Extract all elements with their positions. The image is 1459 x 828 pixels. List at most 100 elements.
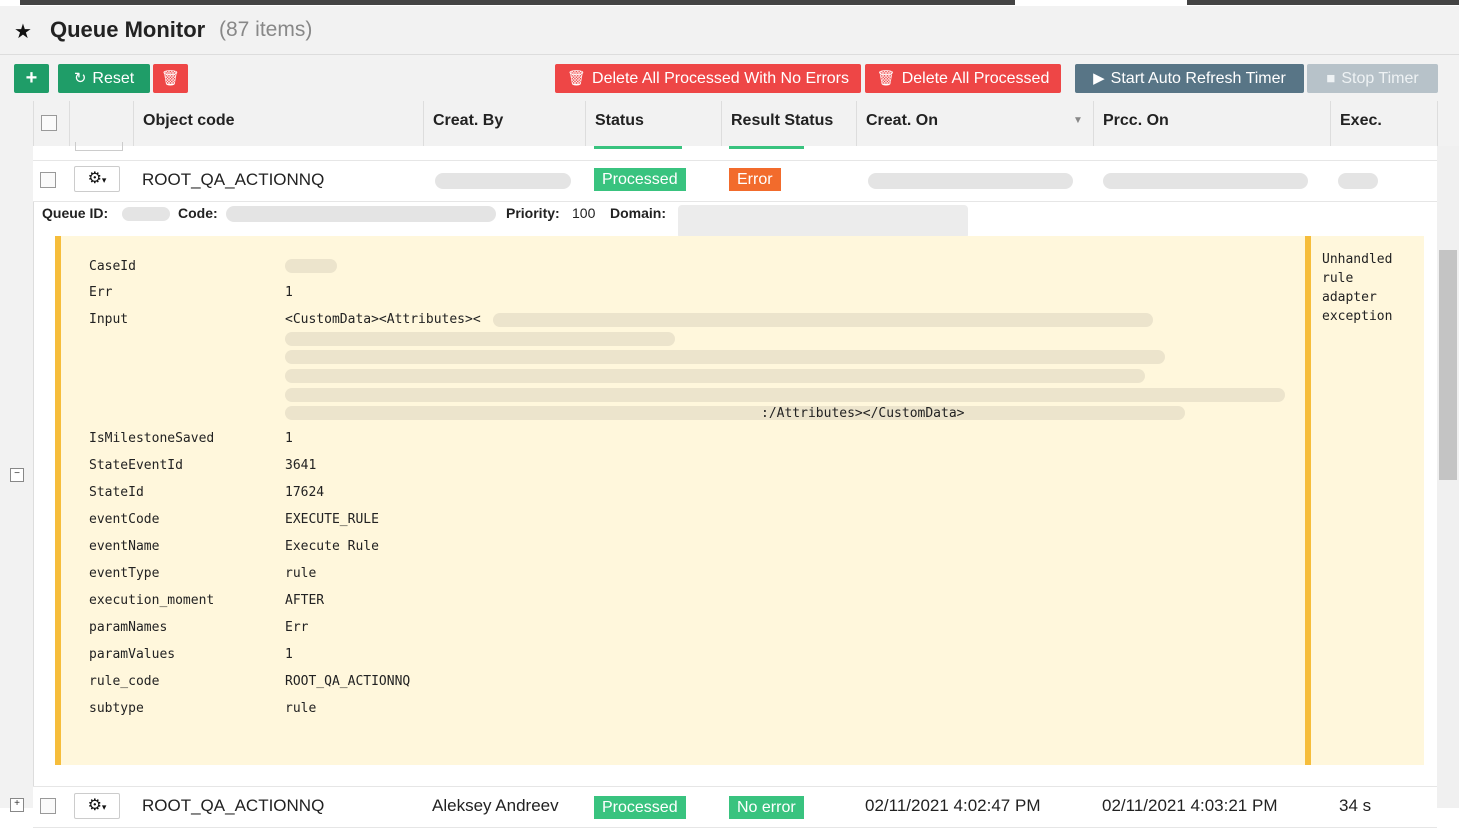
chevron-down-icon: ▾ xyxy=(101,175,107,185)
queue-meta: Queue ID: Code: Priority: 100 Domain: xyxy=(42,205,968,239)
stop-timer-button[interactable]: ■ Stop Timer xyxy=(1307,64,1438,93)
object-code: ROOT_QA_ACTIONNQ xyxy=(142,796,325,815)
column-created-on[interactable]: Creat. On ▼ xyxy=(856,101,1093,146)
sort-down-icon[interactable]: ▼ xyxy=(1073,101,1083,141)
column-object-code[interactable]: Object code xyxy=(133,101,423,146)
queue-id-label: Queue ID: xyxy=(42,205,109,221)
input-suffix: :/Attributes></CustomData> xyxy=(761,406,965,421)
field-value: rule xyxy=(285,701,317,716)
redacted-exec xyxy=(1338,173,1378,189)
redacted-case-id xyxy=(285,259,337,273)
field-key: Err xyxy=(89,285,113,300)
field-value: 17624 xyxy=(285,485,325,500)
redacted-input xyxy=(285,332,675,346)
field-key: rule_code xyxy=(89,674,160,689)
field-value: Err xyxy=(285,620,309,635)
start-timer-label: Start Auto Refresh Timer xyxy=(1110,70,1286,87)
field-key: eventName xyxy=(89,539,160,554)
column-created-by[interactable]: Creat. By xyxy=(423,101,585,146)
redacted-input xyxy=(285,369,1145,383)
table-row[interactable]: ⚙▾ ROOT_QA_ACTIONNQ Processed Error xyxy=(33,161,1437,202)
object-code: ROOT_QA_ACTIONNQ xyxy=(142,170,325,189)
header-scroll-spacer xyxy=(1437,101,1459,146)
delete-button[interactable]: 🗑 xyxy=(153,64,188,93)
column-status[interactable]: Status xyxy=(585,101,721,146)
redacted-input xyxy=(493,313,1153,327)
row-checkbox[interactable] xyxy=(40,798,56,814)
field-value: Execute Rule xyxy=(285,539,379,554)
reset-label: Reset xyxy=(92,70,135,87)
redacted-processed-on xyxy=(1103,173,1308,189)
star-icon[interactable]: ★ xyxy=(14,19,32,44)
result-status-badge: Error xyxy=(729,168,781,191)
add-button[interactable]: + xyxy=(14,64,49,93)
created-on: 02/11/2021 4:02:47 PM xyxy=(865,796,1041,815)
status-badge-partial xyxy=(594,146,682,149)
domain-label: Domain: xyxy=(610,205,666,221)
stop-icon: ■ xyxy=(1326,70,1336,87)
field-value: 3641 xyxy=(285,458,317,473)
table-header: Object code Creat. By Status Result Stat… xyxy=(0,101,1459,147)
field-key: Input xyxy=(89,312,129,327)
redacted-code xyxy=(226,206,496,222)
delete-all-label: Delete All Processed xyxy=(901,70,1050,87)
field-value: ROOT_QA_ACTIONNQ xyxy=(285,674,411,689)
reset-button[interactable]: ↻ Reset xyxy=(58,64,150,93)
delete-no-errors-label: Delete All Processed With No Errors xyxy=(592,70,850,87)
play-icon: ▶ xyxy=(1093,70,1105,87)
table-row[interactable]: ⚙▾ ROOT_QA_ACTIONNQ Aleksey Andreev Proc… xyxy=(33,786,1437,828)
chevron-down-icon: ▾ xyxy=(101,802,107,812)
exec-time: 34 s xyxy=(1339,796,1372,815)
redacted-queue-id xyxy=(122,207,170,221)
column-created-on-label: Creat. On xyxy=(866,112,939,129)
field-key: subtype xyxy=(89,701,144,716)
gear-button-partial[interactable] xyxy=(75,142,123,151)
detail-divider xyxy=(1305,236,1311,765)
delete-processed-no-errors-button[interactable]: 🗑 Delete All Processed With No Errors xyxy=(555,64,861,93)
processed-on: 02/11/2021 4:03:21 PM xyxy=(1102,796,1278,815)
field-value: AFTER xyxy=(285,593,325,608)
redacted-created-by xyxy=(435,173,571,189)
code-label: Code: xyxy=(178,205,218,221)
field-key: StateId xyxy=(89,485,144,500)
field-key: execution_moment xyxy=(89,593,215,608)
field-key: paramValues xyxy=(89,647,176,662)
created-by: Aleksey Andreev xyxy=(432,796,559,815)
field-value: 1 xyxy=(285,647,293,662)
status-badge: Processed xyxy=(594,168,686,191)
gear-icon: ⚙ xyxy=(87,797,102,814)
column-exec[interactable]: Exec. xyxy=(1330,101,1437,146)
expand-icon[interactable]: + xyxy=(10,798,24,812)
plus-icon: + xyxy=(25,67,38,89)
refresh-icon: ↻ xyxy=(73,70,87,87)
field-value: 1 xyxy=(285,285,293,300)
trash-icon: 🗑 xyxy=(160,70,181,87)
row-actions-button[interactable]: ⚙▾ xyxy=(74,166,120,192)
toolbar: + ↻ Reset 🗑 🗑 Delete All Processed With No… xyxy=(0,55,1459,102)
delete-all-processed-button[interactable]: 🗑 Delete All Processed xyxy=(865,64,1061,93)
error-message: Unhandled rule adapter exception xyxy=(1322,252,1393,324)
result-badge-partial xyxy=(729,146,804,149)
select-all-checkbox[interactable] xyxy=(41,115,57,131)
trash-icon: 🗑 xyxy=(566,70,587,87)
field-value: EXECUTE_RULE xyxy=(285,512,379,527)
table-row[interactable] xyxy=(33,142,1437,161)
row-checkbox[interactable] xyxy=(40,172,56,188)
redacted-input xyxy=(291,406,761,420)
trash-icon: 🗑 xyxy=(876,70,896,87)
start-auto-refresh-button[interactable]: ▶ Start Auto Refresh Timer xyxy=(1075,64,1304,93)
field-key: eventType xyxy=(89,566,160,581)
row-actions-button[interactable]: ⚙▾ xyxy=(74,793,120,819)
priority-label: Priority: xyxy=(506,205,560,221)
field-value: rule xyxy=(285,566,317,581)
field-value: 1 xyxy=(285,431,293,446)
priority-value: 100 xyxy=(572,205,596,221)
column-processed-on[interactable]: Prcc. On xyxy=(1093,101,1330,146)
redacted-input xyxy=(285,388,1285,402)
gear-icon: ⚙ xyxy=(87,170,102,187)
collapse-icon[interactable]: − xyxy=(10,468,24,482)
column-result-status[interactable]: Result Status xyxy=(721,101,856,146)
actions-column xyxy=(69,101,133,146)
scrollbar-thumb[interactable] xyxy=(1439,250,1457,480)
field-key: eventCode xyxy=(89,512,160,527)
